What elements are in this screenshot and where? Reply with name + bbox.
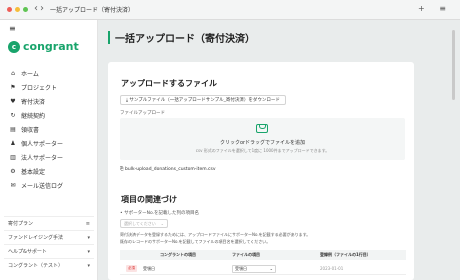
chevron-down-icon[interactable]: ▾ — [87, 249, 90, 255]
example-value: 2023-01-01 — [320, 266, 344, 271]
sidebar-nav: ⌂ ホーム ⚑ プロジェクト ♥ 寄付決済 ↻ 継続契約 ▤ 領収書 ♟ 個人サポーター ▥… — [9, 66, 63, 192]
sidebar-item-label: 継続契約 — [21, 112, 46, 120]
sidebar-item-settings[interactable]: ⚙ 基本設定 — [9, 164, 63, 178]
column-header: コングラントの項目 — [160, 252, 196, 257]
sidebar-bottom: 寄付プラン ≡ ファンドレイジング手法 ▾ ヘルプ&サポート ▾ コングラント（テスト… — [4, 216, 94, 272]
upload-card: アップロードするファイル ⤓ サンプルファイル（一括アップロードサンプル_寄付決… — [108, 62, 414, 280]
chevron-down-icon: ⌄ — [269, 266, 273, 271]
sidebar-item-label: 個人サポーター — [21, 140, 64, 148]
sidebar-item-label: 基本設定 — [21, 168, 46, 176]
sidebar-item-label: プロジェクト — [21, 84, 58, 92]
sidebar-item-label: 法人サポーター — [21, 154, 64, 162]
hamburger-menu-icon[interactable]: ≡ — [9, 24, 16, 33]
home-icon: ⌂ — [11, 69, 15, 77]
sidebar-item-corporate[interactable]: ▥ 法人サポーター — [9, 150, 63, 164]
receipt-icon: ▤ — [10, 125, 16, 133]
chevron-down-icon[interactable]: ▾ — [87, 235, 90, 241]
sidebar-help[interactable]: ヘルプ&サポート ▾ — [4, 244, 94, 258]
mapping-help-line-2: 既存のレコードのサポーターNo.を記載してファイルの項目名を選択してください。 — [120, 239, 271, 244]
maximize-window-button[interactable] — [23, 7, 28, 12]
required-badge: 必須 — [126, 265, 137, 272]
mapping-help-line-1: 寄付決済データを登録するためには、アップロードファイルにサポーターNo.を記載す… — [120, 232, 311, 237]
sidebar: ≡ c congrant ⌂ ホーム ⚑ プロジェクト ♥ 寄付決済 ↻ 継続契約 ▤ 領… — [0, 20, 98, 280]
person-icon: ♟ — [10, 139, 16, 147]
refresh-icon: ↻ — [10, 111, 16, 119]
file-item-select[interactable]: 受領日 ⌄ — [232, 264, 276, 273]
sidebar-item-donation[interactable]: ♥ 寄付決済 — [9, 94, 63, 108]
nav-buttons[interactable]: ‹› — [34, 3, 46, 14]
column-header: ファイルの項目 — [232, 252, 260, 257]
sidebar-item-receipt[interactable]: ▤ 領収書 — [9, 122, 63, 136]
supporter-column-label: • サポーターNo.を記載した列の項目名 — [120, 211, 200, 216]
flag-icon: ⚑ — [10, 83, 16, 91]
sidebar-item-mail-log[interactable]: ✉ メール送信ログ — [9, 178, 63, 192]
table-row: 必須 受領日 受領日 ⌄ 2023-01-01 — [120, 263, 406, 275]
sidebar-item-project[interactable]: ⚑ プロジェクト — [9, 80, 63, 94]
sidebar-plan[interactable]: 寄付プラン ≡ — [4, 216, 94, 230]
sidebar-fundraising[interactable]: ファンドレイジング手法 ▾ — [4, 230, 94, 244]
logo[interactable]: c congrant — [8, 40, 79, 53]
building-icon: ▥ — [10, 153, 16, 161]
dropzone-sub-text: csv 形式のファイルを選択して1度に 1000件までアップロードできます。 — [195, 148, 330, 153]
mapping-section-title: 項目の関連づけ — [121, 195, 177, 204]
forward-icon[interactable]: › — [40, 3, 46, 14]
heart-icon: ♥ — [10, 97, 16, 105]
close-window-button[interactable] — [7, 7, 12, 12]
sidebar-item-label: 寄付決済 — [21, 98, 46, 106]
column-header: 登録例（ファイルの1行目） — [320, 252, 371, 257]
supporter-column-select[interactable]: 選択してください ⌄ — [120, 219, 168, 228]
page-heading: 一括アップロード（寄付決済） — [108, 30, 255, 45]
window-title: 一括アップロード（寄付決済） — [50, 7, 135, 14]
logo-text: congrant — [23, 40, 79, 53]
upload-section-title: アップロードするファイル — [121, 79, 217, 88]
logo-mark-icon: c — [8, 40, 20, 53]
sidebar-item-label: 領収書 — [21, 126, 40, 134]
sidebar-item-individual[interactable]: ♟ 個人サポーター — [9, 136, 63, 150]
file-dropzone[interactable]: クリックorドラッグでファイルを追加 csv 形式のファイルを選択して1度に 1… — [120, 118, 405, 160]
file-upload-label: ファイルアップロード — [120, 111, 165, 116]
chevron-down-icon[interactable]: ▾ — [87, 263, 90, 269]
chevron-down-icon: ⌄ — [160, 221, 164, 226]
sidebar-item-label: ホーム — [21, 70, 39, 78]
page-title: 一括アップロード（寄付決済） — [115, 34, 255, 45]
sidebar-item-home[interactable]: ⌂ ホーム — [9, 66, 63, 80]
sidebar-item-label: メール送信ログ — [21, 182, 64, 190]
congrant-item: 受領日 — [143, 265, 155, 271]
window-actions[interactable]: + ≡ — [418, 4, 452, 13]
heading-accent-bar — [108, 31, 110, 44]
mail-icon: ✉ — [10, 181, 16, 189]
sidebar-account[interactable]: コングラント（テスト） ▾ — [4, 258, 94, 272]
minimize-window-button[interactable] — [15, 7, 20, 12]
mapping-table-header: コングラントの項目 ファイルの項目 登録例（ファイルの1行目） — [120, 250, 406, 260]
plan-menu-icon[interactable]: ≡ — [86, 221, 90, 227]
download-sample-button[interactable]: ⤓ サンプルファイル（一括アップロードサンプル_寄付決済）をダウンロード — [120, 95, 286, 105]
gear-icon: ⚙ — [10, 167, 16, 175]
uploaded-file-name[interactable]: ⎘ bulk-upload_donations_custom-item.csv — [120, 166, 216, 172]
dropzone-main-text: クリックorドラッグでファイルを追加 — [219, 140, 306, 146]
sidebar-item-recurring[interactable]: ↻ 継続契約 — [9, 108, 63, 122]
inbox-icon — [256, 124, 268, 133]
window-titlebar: ‹› 一括アップロード（寄付決済） + ≡ — [0, 0, 460, 20]
scrollbar[interactable] — [452, 30, 455, 100]
